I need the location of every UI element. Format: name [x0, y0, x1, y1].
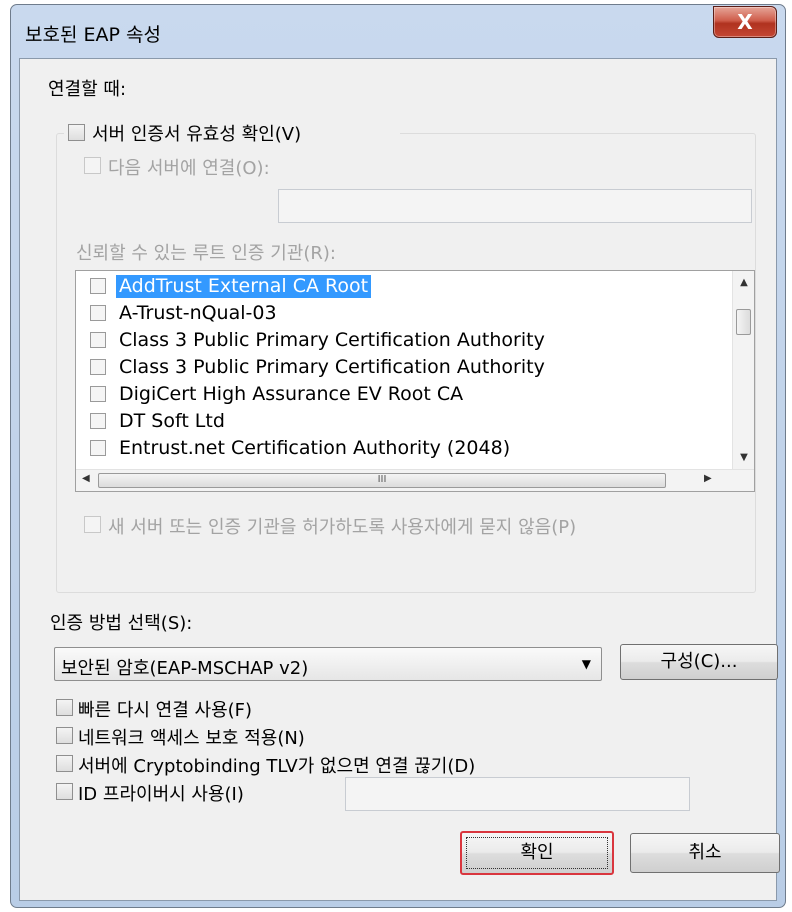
vertical-scroll-thumb[interactable] [736, 309, 751, 335]
chevron-down-icon: ▼ [581, 657, 591, 671]
scroll-left-arrow-icon[interactable]: ◀ [82, 473, 90, 484]
auth-method-value: 보안된 암호(EAP-MSCHAP v2) [61, 658, 309, 679]
dialog-body: 연결할 때: 서버 인증서 유효성 확인(V) 다음 서버에 연결(O): 신뢰… [19, 58, 780, 901]
ok-button[interactable]: 확인 [460, 831, 614, 875]
identity-privacy-checkbox[interactable] [56, 783, 73, 800]
no-prompt-checkbox[interactable] [84, 516, 101, 533]
list-item[interactable]: DT Soft Ltd [76, 408, 716, 435]
cryptobinding-label: 서버에 Cryptobinding TLV가 없으면 연결 끊기(D) [78, 756, 476, 777]
cancel-button[interactable]: 취소 [630, 833, 780, 873]
list-item[interactable]: AddTrust External CA Root [76, 273, 716, 300]
auth-method-heading: 인증 방법 선택(S): [50, 613, 193, 634]
scroll-up-arrow-icon[interactable]: ▲ [733, 277, 754, 288]
identity-input[interactable] [345, 777, 690, 811]
scroll-right-arrow-icon[interactable]: ▶ [704, 473, 712, 484]
servers-input[interactable] [278, 189, 752, 223]
ca-checkbox[interactable] [90, 332, 106, 348]
close-icon: X [737, 10, 753, 34]
list-item[interactable]: DigiCert High Assurance EV Root CA [76, 381, 716, 408]
list-vertical-scrollbar[interactable]: ▲ ▼ [732, 271, 754, 469]
list-item[interactable]: Entrust.net Certification Authority (204… [76, 435, 716, 462]
ca-name: Class 3 Public Primary Certification Aut… [119, 329, 545, 351]
auth-method-select[interactable]: 보안된 암호(EAP-MSCHAP v2) ▼ [54, 647, 602, 681]
ca-name: Class 3 Public Primary Certification Aut… [119, 356, 545, 378]
no-prompt-label: 새 서버 또는 인증 기관을 허가하도록 사용자에게 묻지 않음(P) [108, 517, 577, 538]
configure-button[interactable]: 구성(C)... [620, 644, 778, 680]
verify-cert-checkbox[interactable] [68, 124, 85, 141]
ca-name: AddTrust External CA Root [116, 275, 372, 298]
identity-privacy-label: ID 프라이버시 사용(I) [78, 784, 244, 805]
trusted-ca-list[interactable]: AddTrust External CA Root A-Trust-nQual-… [75, 270, 755, 492]
dialog-window: 보호된 EAP 속성 X 연결할 때: 서버 인증서 유효성 확인(V) 다음 … [10, 4, 786, 908]
configure-button-label: 구성(C)... [660, 651, 738, 672]
connect-heading: 연결할 때: [48, 79, 127, 100]
connect-servers-label: 다음 서버에 연결(O): [108, 158, 270, 179]
ca-name: DT Soft Ltd [119, 410, 225, 432]
list-item[interactable]: Class 3 Public Primary Certification Aut… [76, 327, 716, 354]
ca-checkbox[interactable] [90, 359, 106, 375]
list-item[interactable]: A-Trust-nQual-03 [76, 300, 716, 327]
verify-cert-row[interactable]: 서버 인증서 유효성 확인(V) [64, 119, 400, 147]
ca-name: A-Trust-nQual-03 [119, 302, 277, 324]
fast-reconnect-checkbox[interactable] [56, 699, 73, 716]
ca-checkbox[interactable] [90, 413, 106, 429]
ca-checkbox[interactable] [90, 305, 106, 321]
scroll-grip-icon: III [377, 474, 387, 485]
nap-checkbox[interactable] [56, 727, 73, 744]
fast-reconnect-label: 빠른 다시 연결 사용(F) [78, 700, 253, 721]
cancel-button-label: 취소 [688, 842, 722, 863]
ca-name: Entrust.net Certification Authority (204… [119, 437, 511, 459]
nap-label: 네트워크 액세스 보호 적용(N) [78, 728, 305, 749]
ca-checkbox[interactable] [90, 386, 106, 402]
scroll-down-arrow-icon[interactable]: ▼ [733, 452, 754, 463]
cryptobinding-checkbox[interactable] [56, 755, 73, 772]
ca-name: DigiCert High Assurance EV Root CA [119, 383, 464, 405]
window-title: 보호된 EAP 속성 [25, 24, 161, 46]
close-button[interactable]: X [713, 6, 777, 38]
title-bar[interactable]: 보호된 EAP 속성 X [11, 5, 785, 59]
connect-servers-checkbox[interactable] [84, 157, 101, 174]
trusted-ca-label: 신뢰할 수 있는 루트 인증 기관(R): [76, 243, 336, 264]
horizontal-scroll-thumb[interactable]: III [98, 473, 666, 488]
verify-cert-label: 서버 인증서 유효성 확인(V) [92, 124, 302, 145]
ca-checkbox[interactable] [90, 278, 106, 294]
focus-rectangle [466, 837, 608, 869]
ca-checkbox[interactable] [90, 440, 106, 456]
list-horizontal-scrollbar[interactable]: ◀ III ▶ [76, 469, 754, 491]
list-item[interactable]: Class 3 Public Primary Certification Aut… [76, 354, 716, 381]
